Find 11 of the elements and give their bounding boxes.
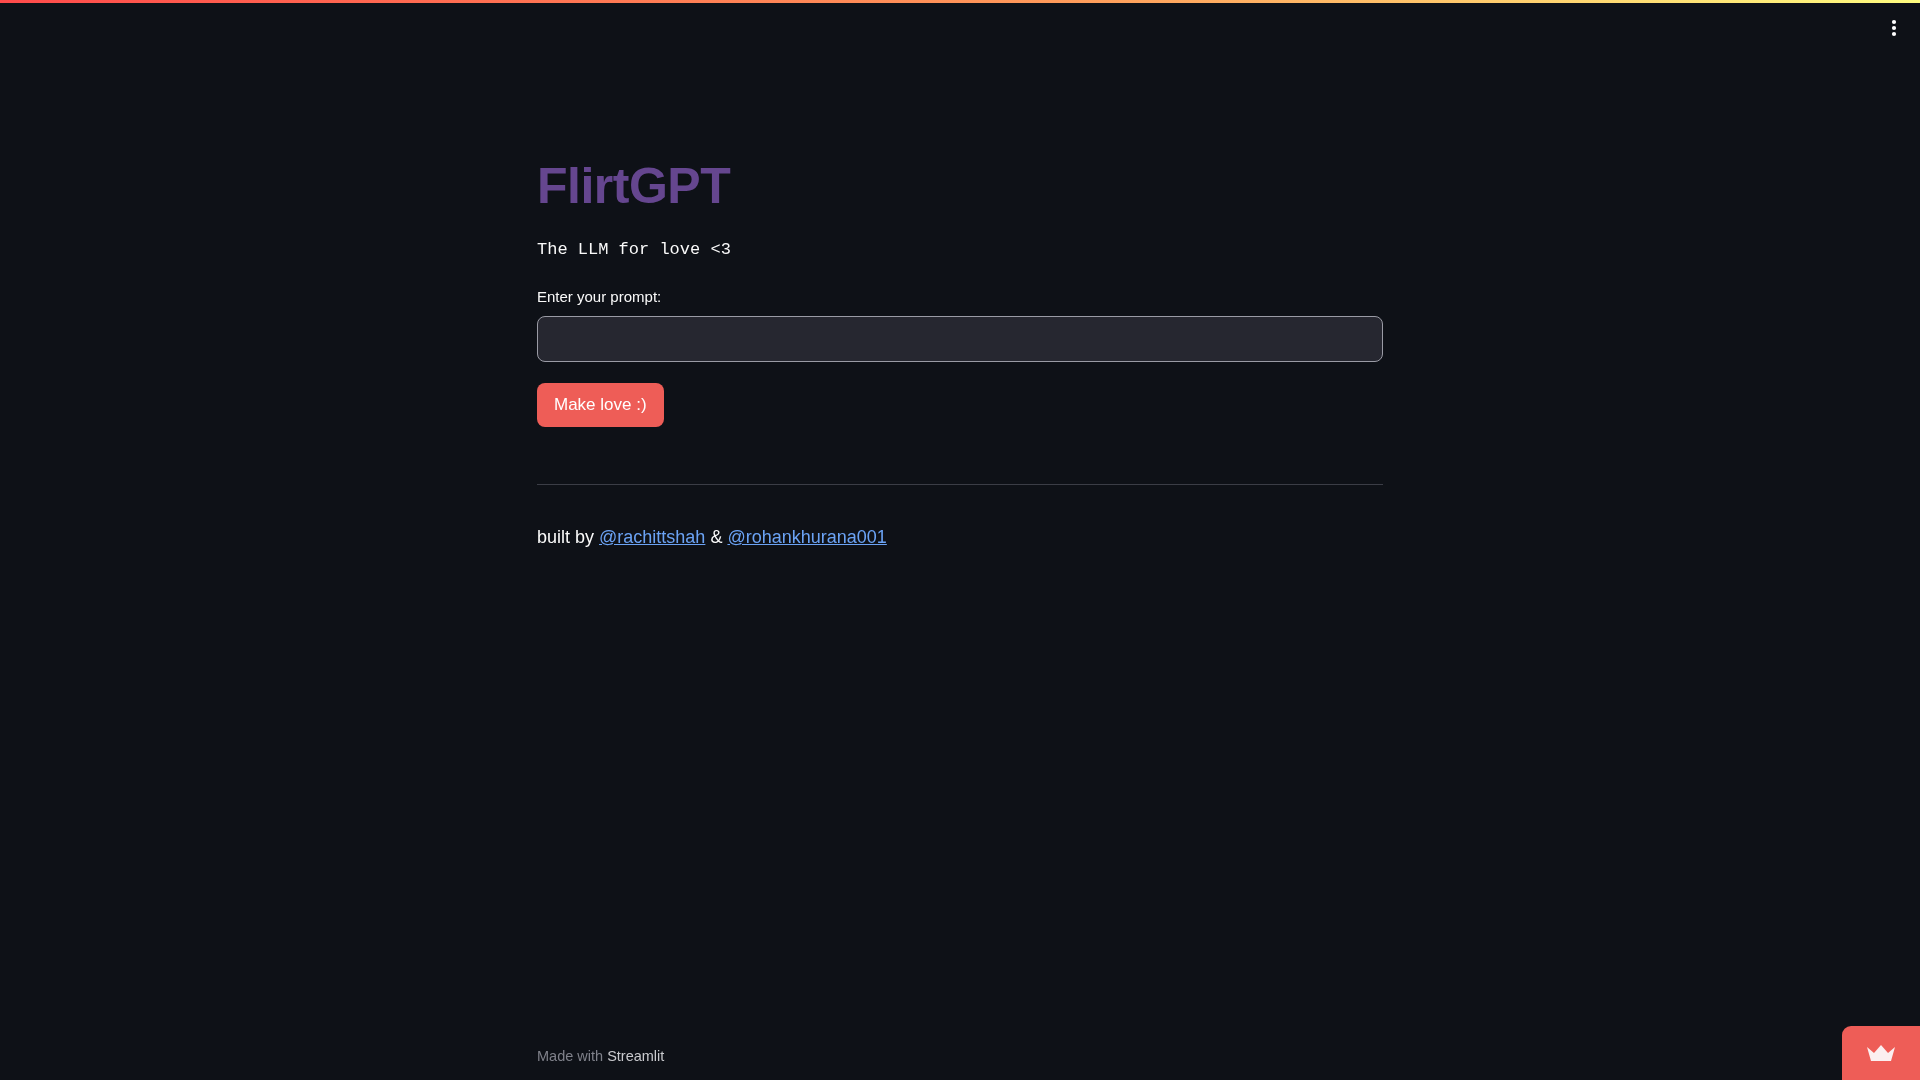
author-link[interactable]: @rachittshah	[599, 527, 706, 547]
author-link[interactable]: @rohankhurana001	[727, 527, 887, 547]
credits-text: built by @rachittshah & @rohankhurana001	[537, 526, 887, 549]
app-title: FlirtGPT	[537, 157, 731, 216]
crown-icon	[1866, 1044, 1896, 1062]
footer-text: Made with Streamlit	[537, 1047, 665, 1066]
menu-icon[interactable]	[1891, 18, 1897, 38]
app-subtitle: The LLM for love <3	[537, 239, 731, 261]
prompt-input[interactable]	[537, 316, 1383, 362]
hosted-badge-button[interactable]	[1842, 1026, 1920, 1080]
prompt-label: Enter your prompt:	[537, 287, 662, 307]
